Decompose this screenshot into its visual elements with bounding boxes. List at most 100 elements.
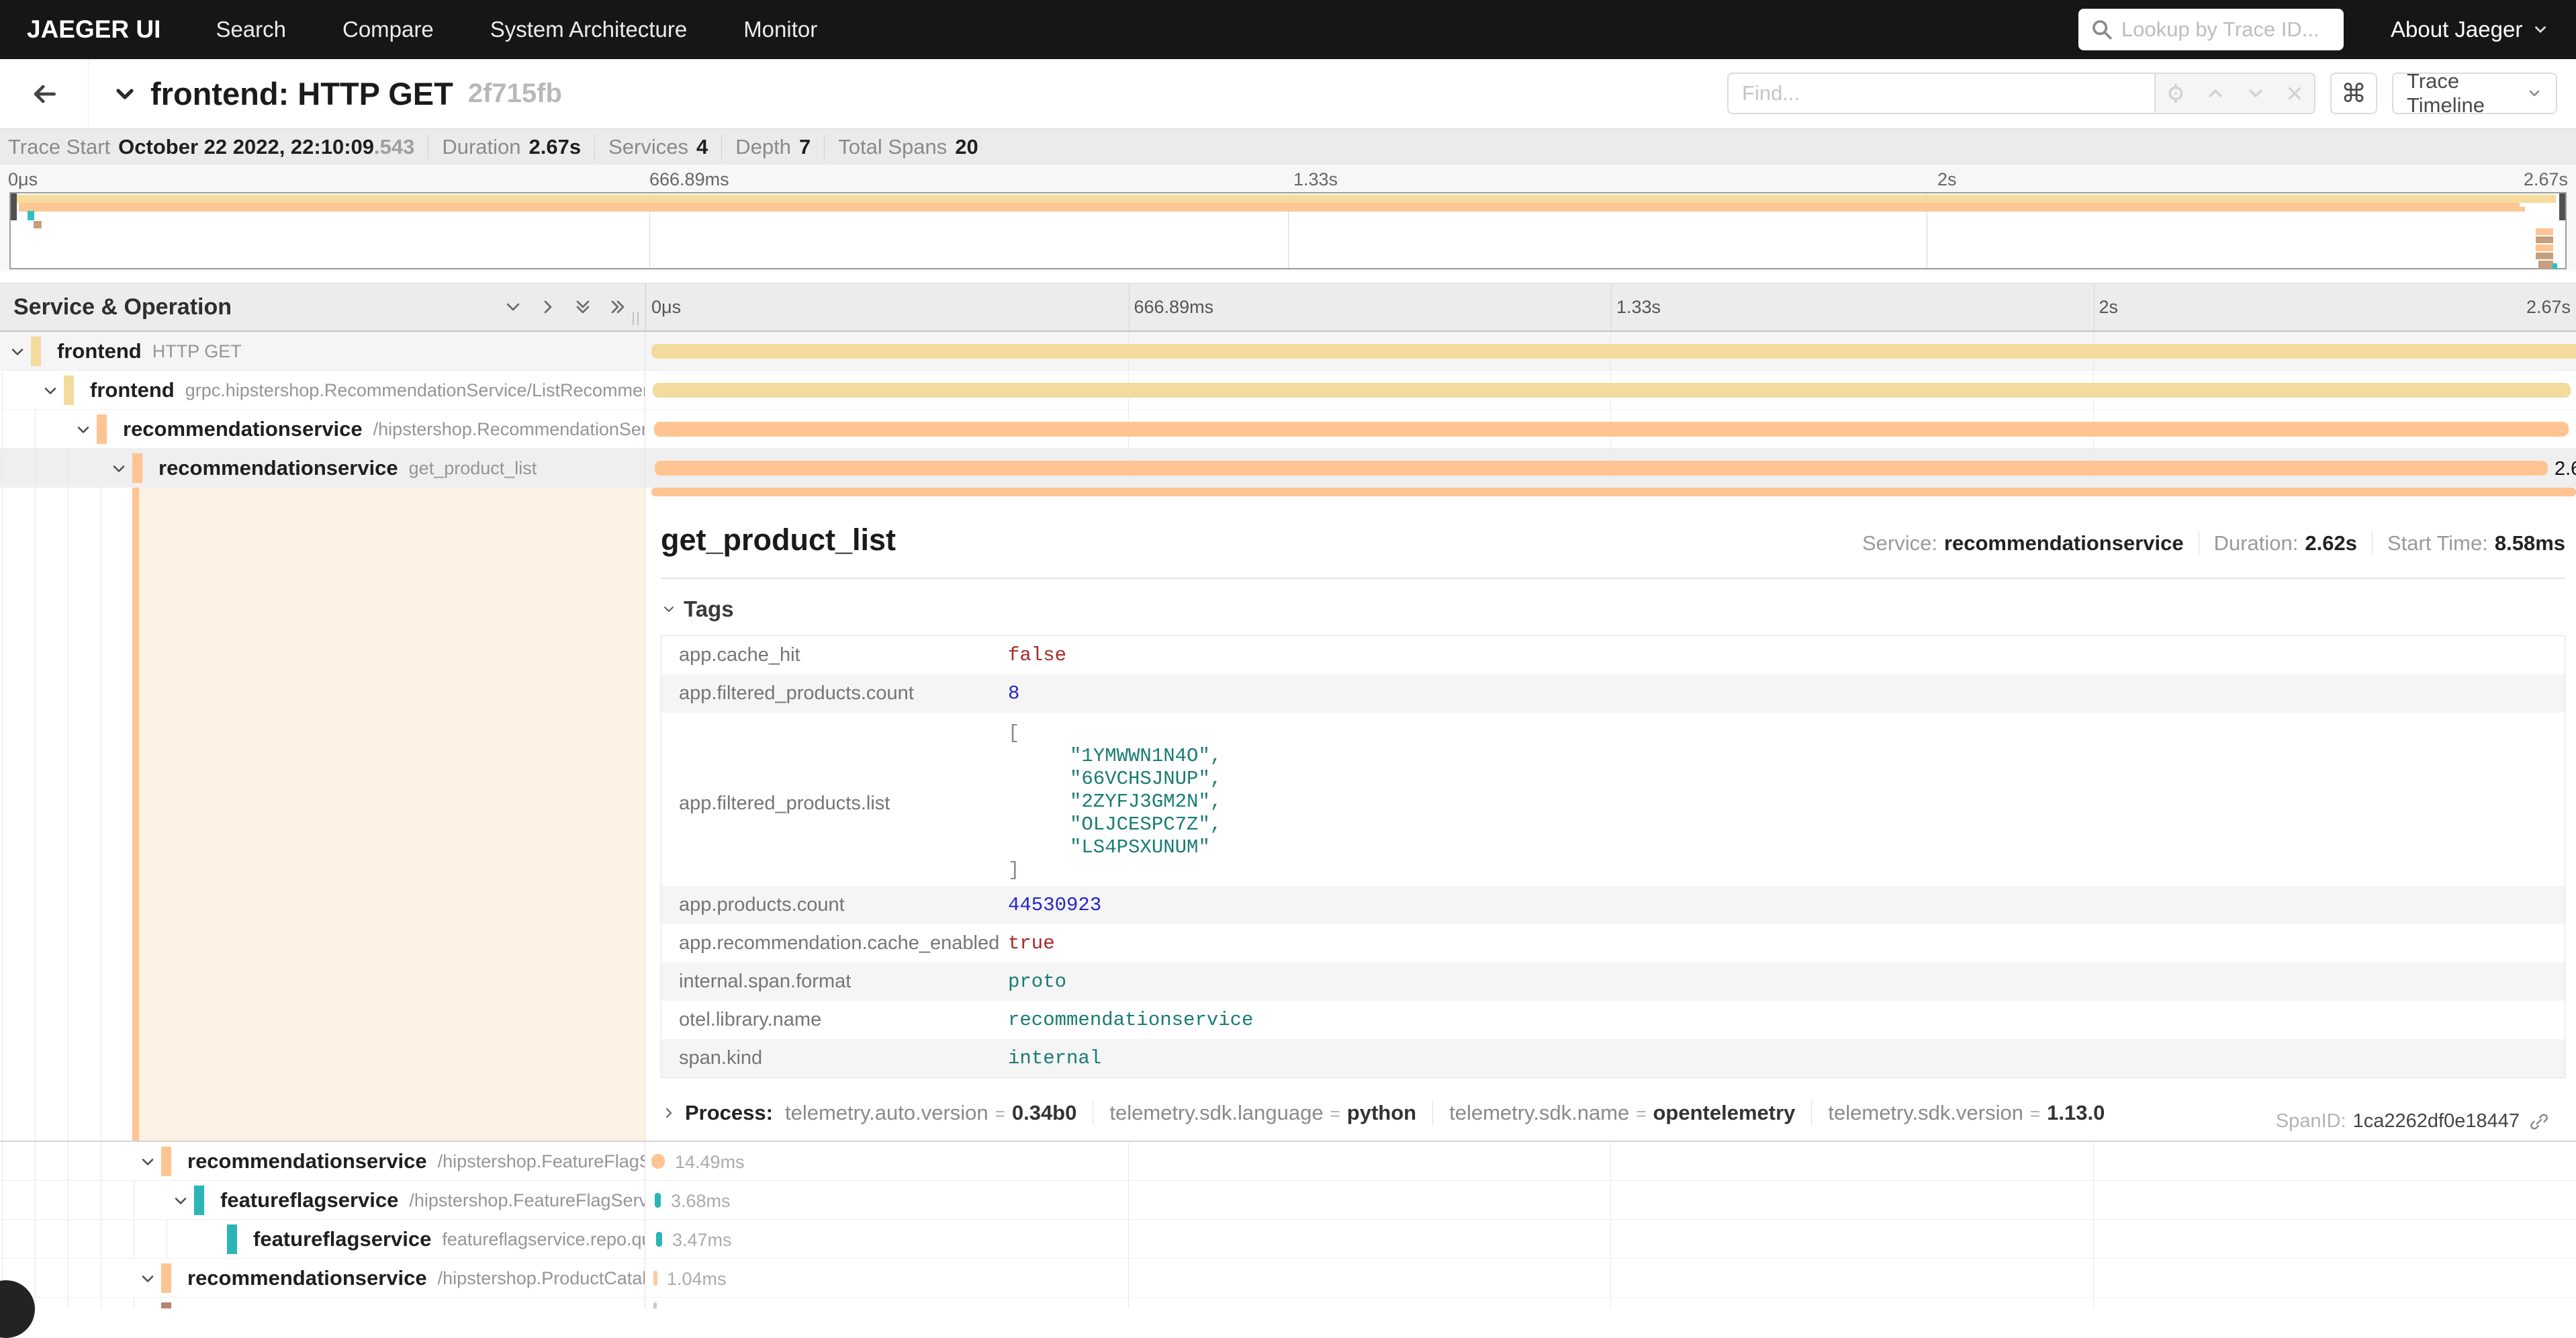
span-bar[interactable]: [653, 383, 2571, 398]
span-name-cell[interactable]: recommendationserviceget_product_list: [0, 449, 645, 487]
minimap-canvas[interactable]: [9, 192, 2567, 269]
chevron-down-icon[interactable]: [41, 382, 60, 400]
timeline-header: Service & Operation 0μs 666.89ms 1.33s 2…: [0, 283, 2576, 332]
chevron-down-icon[interactable]: [109, 459, 128, 478]
span-row-featureflag-repo-query[interactable]: featureflagservicefeatureflagservice.rep…: [0, 1220, 2576, 1259]
span-name-cell[interactable]: featureflagservicefeatureflagservice.rep…: [0, 1220, 645, 1258]
about-jaeger-menu[interactable]: About Jaeger: [2391, 0, 2549, 59]
span-detail-tree-offset: [0, 488, 645, 1141]
span-timeline-cell[interactable]: 3.68ms: [645, 1181, 2576, 1219]
collapse-all-icon[interactable]: [572, 296, 594, 318]
minimap-tick-3: 2s: [1937, 169, 1957, 190]
span-timeline-cell[interactable]: 3.47ms: [645, 1220, 2576, 1258]
span-row-get-product-list[interactable]: recommendationserviceget_product_list 2.…: [0, 449, 2576, 488]
span-timeline-cell[interactable]: [645, 371, 2576, 409]
span-row-featureflag-grpc[interactable]: featureflagservice/hipstershop.FeatureFl…: [0, 1181, 2576, 1220]
trace-start-label: Trace Start: [8, 135, 110, 159]
ruler-tick-1: 666.89ms: [1134, 297, 1214, 318]
span-bar[interactable]: [655, 461, 2548, 476]
jaeger-logo[interactable]: JAEGER UI: [27, 15, 160, 44]
nav-compare[interactable]: Compare: [342, 17, 434, 42]
chevron-down-icon: [2526, 85, 2542, 101]
trace-view-selector[interactable]: Trace Timeline: [2392, 73, 2557, 114]
chevron-down-icon: [2532, 21, 2549, 38]
minimap-span: [2536, 244, 2553, 251]
chevron-down-icon[interactable]: [8, 343, 27, 361]
prev-match-icon[interactable]: [2205, 83, 2226, 104]
span-bar[interactable]: [655, 1193, 661, 1208]
expand-one-icon[interactable]: [537, 296, 559, 318]
span-bar[interactable]: [651, 344, 2576, 359]
span-timeline-cell[interactable]: [645, 1298, 2576, 1308]
keyboard-shortcuts-button[interactable]: ⌘: [2330, 73, 2377, 114]
duration-value: 2.67s: [529, 135, 582, 159]
minimap-span: [2536, 228, 2553, 235]
span-row-partial[interactable]: [0, 1298, 2576, 1308]
span-row-frontend-grpc[interactable]: frontendgrpc.hipstershop.RecommendationS…: [0, 371, 2576, 410]
span-name-cell[interactable]: frontendgrpc.hipstershop.RecommendationS…: [0, 371, 645, 409]
span-timeline-cell[interactable]: [645, 332, 2576, 370]
trace-start-value: October 22 2022, 22:10:09: [118, 135, 374, 159]
span-detail-highlight: [139, 488, 645, 1141]
span-row-frontend-http-get[interactable]: frontendHTTP GET: [0, 332, 2576, 371]
chevron-down-icon[interactable]: [138, 1153, 157, 1171]
span-row-featureflag-parent[interactable]: recommendationservice/hipstershop.Featur…: [0, 1142, 2576, 1181]
expand-all-icon[interactable]: [607, 296, 629, 318]
tags-section-toggle[interactable]: Tags: [661, 596, 2565, 622]
span-timeline-cell[interactable]: [645, 410, 2576, 448]
span-timeline-cell[interactable]: 14.49ms: [645, 1142, 2576, 1180]
chevron-down-icon[interactable]: [171, 1192, 190, 1210]
span-detail-duration-bar: [651, 488, 2576, 496]
viewport-right-handle[interactable]: [2559, 193, 2565, 220]
minimap-tick-2: 1.33s: [1293, 169, 1338, 190]
viewport-left-handle[interactable]: [11, 193, 17, 220]
service-operation-header: Service & Operation: [13, 294, 232, 320]
trace-id-lookup-input[interactable]: Lookup by Trace ID...: [2078, 9, 2344, 50]
detail-service: recommendationservice: [1944, 531, 2184, 555]
minimap-tick-1: 666.89ms: [649, 169, 729, 190]
lookup-placeholder: Lookup by Trace ID...: [2121, 17, 2319, 42]
spacer: [0, 271, 2576, 283]
minimap-span-frontend: [13, 195, 2556, 203]
span-row-recommendation-list[interactable]: recommendationservice/hipstershop.Recomm…: [0, 410, 2576, 449]
column-resizer[interactable]: [633, 312, 642, 325]
nav-search[interactable]: Search: [216, 17, 286, 42]
nav-monitor[interactable]: Monitor: [743, 17, 817, 42]
span-bar[interactable]: [653, 1302, 657, 1308]
span-timeline-cell[interactable]: 2.62s: [645, 449, 2576, 487]
span-name-cell[interactable]: [0, 1298, 645, 1308]
clear-find-icon[interactable]: [2285, 83, 2305, 103]
span-bar[interactable]: [653, 1271, 657, 1286]
span-name-cell[interactable]: featureflagservice/hipstershop.FeatureFl…: [0, 1181, 645, 1219]
collapse-trace-chevron-icon[interactable]: [111, 81, 138, 107]
focus-match-icon[interactable]: [2165, 83, 2187, 104]
span-duration-label: 14.49ms: [675, 1152, 745, 1173]
find-input[interactable]: [1727, 73, 2154, 114]
find-controls: [2154, 73, 2315, 114]
span-name-cell[interactable]: frontendHTTP GET: [0, 332, 645, 370]
back-button[interactable]: [0, 59, 89, 128]
link-icon[interactable]: [2529, 1112, 2549, 1132]
span-name-cell[interactable]: recommendationservice/hipstershop.Produc…: [0, 1259, 645, 1297]
span-name-cell[interactable]: recommendationservice/hipstershop.Featur…: [0, 1142, 645, 1180]
span-bar[interactable]: [651, 1154, 665, 1169]
collapse-one-icon[interactable]: [502, 296, 524, 318]
span-bar[interactable]: [654, 422, 2569, 437]
next-match-icon[interactable]: [2245, 83, 2266, 104]
span-name-cell[interactable]: recommendationservice/hipstershop.Recomm…: [0, 410, 645, 448]
tag-row: otel.library.name recommendationservice: [661, 1001, 2565, 1039]
detail-duration: 2.62s: [2305, 531, 2357, 555]
chevron-down-icon[interactable]: [74, 420, 93, 439]
span-detail-row: get_product_list Service:recommendations…: [0, 488, 2576, 1142]
chevron-down-icon[interactable]: [138, 1269, 157, 1288]
span-timeline-cell[interactable]: 1.04ms: [645, 1259, 2576, 1297]
span-row-productcatalog-parent[interactable]: recommendationservice/hipstershop.Produc…: [0, 1259, 2576, 1298]
span-bar[interactable]: [656, 1232, 662, 1247]
duration-label: Duration: [442, 135, 520, 159]
nav-system-architecture[interactable]: System Architecture: [490, 17, 687, 42]
ruler-tick-4: 2.67s: [2526, 297, 2571, 318]
main-nav: Search Compare System Architecture Monit…: [216, 17, 874, 42]
trace-toolbar: frontend: HTTP GET 2f715fb ⌘ Trace Timel…: [0, 59, 2576, 128]
services-label: Services: [608, 135, 688, 159]
minimap-ruler: 0μs 666.89ms 1.33s 2s 2.67s: [0, 165, 2576, 192]
